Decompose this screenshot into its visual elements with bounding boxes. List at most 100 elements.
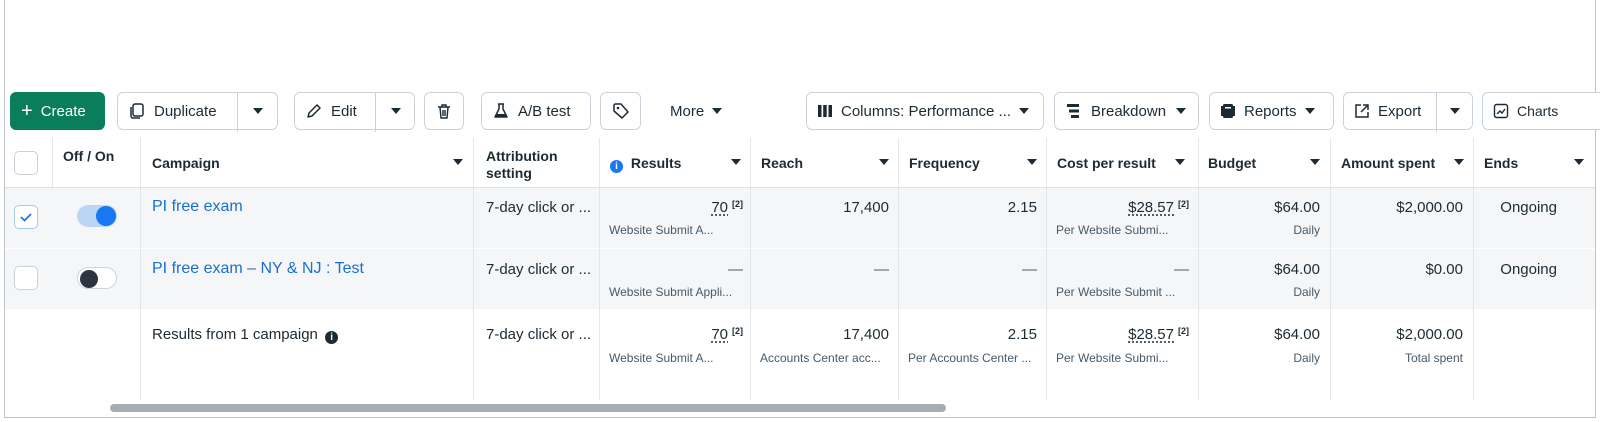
header-attribution-setting[interactable]: Attribution setting: [486, 148, 586, 182]
chevron-down-icon[interactable]: [1310, 159, 1320, 165]
chevron-down-icon[interactable]: [1454, 159, 1464, 165]
campaigns-table: Off / On Campaign Attribution setting i …: [5, 138, 1595, 402]
duplicate-dropdown-button[interactable]: [238, 92, 278, 130]
edit-button[interactable]: [294, 92, 375, 130]
select-all-checkbox[interactable]: [14, 151, 38, 175]
chevron-down-icon[interactable]: [731, 159, 741, 165]
more-button[interactable]: More: [660, 92, 740, 130]
header-campaign[interactable]: Campaign: [152, 155, 220, 172]
columns-button[interactable]: Columns: Performance ...: [806, 92, 1044, 130]
trash-icon: [435, 102, 453, 120]
chevron-down-icon: [253, 108, 263, 114]
info-icon[interactable]: i: [325, 331, 339, 344]
frequency-value: 2.15: [1007, 199, 1037, 216]
totals-label: Results from 1 campaign i: [152, 326, 339, 344]
chevron-down-icon: [1304, 108, 1315, 114]
flask-icon: [492, 102, 510, 120]
row-checkbox[interactable]: [14, 205, 38, 229]
table-row[interactable]: [5, 249, 1595, 309]
header-frequency[interactable]: Frequency: [909, 155, 980, 172]
horizontal-scrollbar[interactable]: [110, 404, 946, 412]
cost-subtext: Per Website Submi...: [1056, 351, 1169, 365]
cost-number[interactable]: $28.57: [1128, 326, 1174, 343]
header-results-label: Results: [630, 155, 682, 171]
ab-test-label: A/B test: [518, 102, 571, 120]
chevron-down-icon: [390, 108, 401, 114]
header-reach[interactable]: Reach: [761, 155, 803, 172]
campaign-toggle[interactable]: [77, 205, 117, 227]
chevron-down-icon[interactable]: [1175, 159, 1185, 165]
ends-value: Ongoing: [1500, 261, 1557, 278]
campaign-name-link[interactable]: PI free exam: [152, 198, 243, 216]
chevron-down-icon[interactable]: [1574, 159, 1584, 165]
budget-value[interactable]: $64.00: [1208, 261, 1320, 278]
delete-button[interactable]: [424, 92, 464, 130]
reach-value: 17,400: [843, 199, 889, 216]
chevron-down-icon: [1450, 108, 1460, 114]
cost-footnote: [2]: [1178, 199, 1189, 209]
toggle-knob: [96, 206, 116, 226]
breakdown-icon: [1065, 103, 1081, 119]
columns-icon: [817, 103, 833, 119]
info-icon[interactable]: i: [610, 160, 623, 173]
reports-icon: [1220, 103, 1236, 119]
reports-button[interactable]: Reports: [1209, 92, 1334, 130]
campaign-name-link[interactable]: PI free exam – NY & NJ : Test: [152, 260, 364, 278]
checkmark-icon: [20, 213, 32, 222]
toolbar: + Create Duplicate Edit A/B test More Co…: [0, 92, 1600, 132]
tag-button[interactable]: [600, 92, 641, 130]
duplicate-button[interactable]: [117, 92, 237, 130]
results-number[interactable]: 70: [711, 326, 728, 343]
chevron-down-icon: [1019, 108, 1030, 114]
cost-number[interactable]: $28.57: [1128, 199, 1174, 216]
cost-footnote: [2]: [1178, 326, 1189, 336]
chevron-down-icon[interactable]: [1027, 159, 1037, 165]
columns-label: Columns: Performance ...: [841, 102, 1012, 120]
totals-label-text: Results from 1 campaign: [152, 326, 318, 343]
results-value: 70 [2]: [610, 199, 743, 216]
campaign-toggle[interactable]: [77, 267, 117, 289]
tag-icon: [612, 102, 630, 120]
attribution-value: 7-day click or ...: [486, 326, 592, 343]
breakdown-button[interactable]: Breakdown: [1054, 92, 1199, 130]
plus-icon: +: [21, 100, 33, 122]
row-checkbox[interactable]: [14, 266, 38, 290]
header-amount-spent[interactable]: Amount spent: [1341, 155, 1435, 172]
results-subtext: Website Submit A...: [609, 351, 714, 365]
reach-value: 17,400: [843, 326, 889, 343]
cost-per-result-value: $28.57 [2]: [1057, 326, 1189, 343]
ab-test-button[interactable]: A/B test: [481, 92, 591, 130]
header-budget[interactable]: Budget: [1208, 155, 1256, 172]
reach-subtext: Accounts Center acc...: [760, 351, 881, 365]
charts-button[interactable]: Charts: [1482, 92, 1600, 130]
edit-dropdown-button[interactable]: [376, 92, 415, 130]
table-row[interactable]: [5, 188, 1595, 248]
header-ends[interactable]: Ends: [1484, 155, 1518, 172]
results-value: —: [728, 261, 743, 278]
cost-per-result-value: $28.57 [2]: [1057, 199, 1189, 216]
chevron-down-icon: [1176, 108, 1187, 114]
amount-spent-value: $2,000.00: [1396, 199, 1463, 216]
header-results[interactable]: i Results: [610, 155, 681, 173]
export-dropdown-button[interactable]: [1437, 92, 1473, 130]
more-label: More: [670, 102, 705, 120]
amount-spent-subtext: Total spent: [1404, 351, 1463, 365]
create-label: Create: [40, 102, 86, 120]
charts-label: Charts: [1517, 103, 1559, 119]
results-subtext: Website Submit A...: [609, 223, 714, 237]
results-number[interactable]: 70: [711, 199, 728, 216]
results-footnote: [2]: [732, 326, 743, 336]
chevron-down-icon[interactable]: [879, 159, 889, 165]
attribution-value: 7-day click or ...: [486, 261, 592, 278]
create-button[interactable]: + Create: [10, 92, 105, 130]
export-button[interactable]: [1343, 92, 1436, 130]
reach-value: —: [874, 261, 889, 278]
attribution-value: 7-day click or ...: [486, 199, 592, 216]
chevron-down-icon[interactable]: [453, 159, 463, 165]
budget-value[interactable]: $64.00: [1208, 199, 1320, 216]
budget-subtext: Daily: [1293, 285, 1320, 299]
header-cost-per-result[interactable]: Cost per result: [1057, 155, 1156, 172]
header-off-on: Off / On: [63, 148, 115, 164]
results-value: 70 [2]: [610, 326, 743, 343]
chevron-down-icon: [712, 108, 723, 114]
